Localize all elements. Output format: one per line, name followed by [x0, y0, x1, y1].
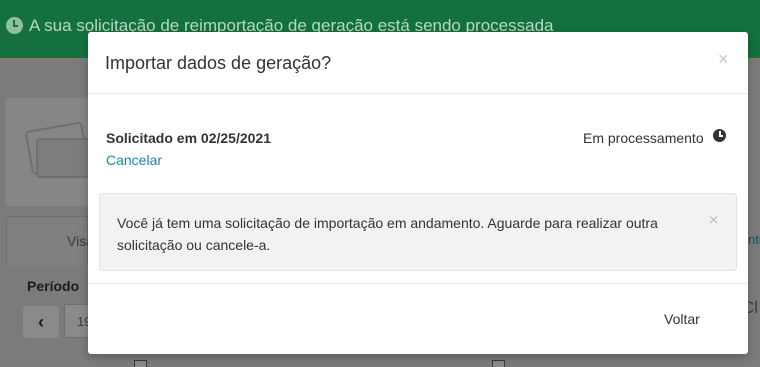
- modal-title: Importar dados de geração?: [105, 53, 332, 73]
- alert-message: Você já tem uma solicitação de importaçã…: [117, 215, 658, 253]
- back-button[interactable]: Voltar: [664, 311, 700, 327]
- clock-icon: [713, 129, 726, 142]
- request-date: Solicitado em 02/25/2021: [106, 130, 271, 146]
- checkbox[interactable]: [134, 360, 147, 367]
- cancel-request-link[interactable]: Cancelar: [106, 152, 162, 168]
- clock-icon: [6, 17, 23, 34]
- tab-overview[interactable]: Visã: [6, 216, 94, 266]
- photo-placeholder-icon: [36, 138, 90, 178]
- info-alert: Você já tem uma solicitação de importaçã…: [99, 193, 737, 271]
- modal-footer: Voltar: [88, 283, 748, 354]
- modal-header: Importar dados de geração? ×: [88, 32, 748, 94]
- close-icon[interactable]: ×: [718, 49, 729, 70]
- import-modal: Importar dados de geração? × Solicitado …: [88, 32, 748, 354]
- background-link[interactable]: ntu: [748, 232, 760, 247]
- status-text: Em processamento: [583, 130, 704, 146]
- plant-card: [6, 98, 90, 206]
- close-icon[interactable]: ×: [709, 212, 718, 230]
- previous-period-button[interactable]: ‹: [23, 306, 59, 338]
- period-label: Período: [27, 278, 80, 294]
- checkbox[interactable]: [492, 360, 505, 367]
